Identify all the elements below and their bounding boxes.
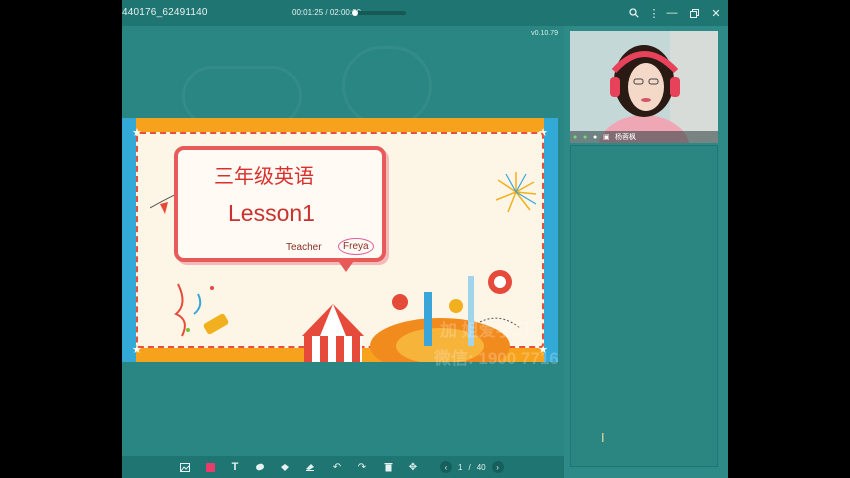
- tool-shape[interactable]: [277, 459, 293, 475]
- background-watermark: [342, 46, 432, 126]
- clear-icon: [306, 464, 314, 471]
- more-button[interactable]: ⋮: [646, 5, 662, 21]
- redo-icon: ↷: [357, 461, 367, 473]
- tool-text[interactable]: T: [227, 459, 243, 475]
- time-separator: /: [325, 8, 328, 17]
- tool-redo[interactable]: ↷: [354, 459, 370, 475]
- tool-undo[interactable]: ↶: [329, 459, 345, 475]
- teacher-video-name: 杨蓉枫: [615, 134, 636, 141]
- minimize-button[interactable]: —: [664, 5, 680, 21]
- restore-button[interactable]: [686, 5, 702, 21]
- slide-border-stripe: [122, 118, 136, 362]
- teacher-name: Freya: [338, 238, 374, 255]
- zoom-icon: [629, 8, 639, 18]
- teacher-portrait: [570, 31, 718, 143]
- session-id: 440176_62491140: [122, 7, 208, 18]
- color-swatch-icon: [205, 462, 215, 472]
- microphone-icon[interactable]: ●: [573, 134, 580, 141]
- party-popper-icon: [174, 283, 229, 337]
- version-label: v0.10.79: [531, 30, 558, 37]
- tool-eraser[interactable]: [252, 459, 268, 475]
- shape-icon: [281, 463, 289, 471]
- progress-knob[interactable]: [351, 10, 358, 16]
- playback-progress[interactable]: [351, 10, 406, 16]
- close-icon: ✕: [711, 7, 721, 20]
- text-cursor-icon: I: [601, 430, 605, 445]
- search-zoom-button[interactable]: [626, 5, 642, 21]
- screen: 440176_62491140 00:01:25 / 02:00:00 ⋮ —: [0, 0, 850, 478]
- watermark-line-2: 微信: 1900 7716: [434, 349, 559, 368]
- tool-delete[interactable]: [380, 459, 396, 475]
- restore-icon: [689, 8, 699, 18]
- speech-bubble-tail: [336, 258, 356, 272]
- move-icon: ✥: [408, 461, 418, 473]
- page-current: 1: [458, 462, 463, 472]
- circus-tent-icon: [302, 304, 364, 362]
- firework-icon: [495, 172, 537, 213]
- chevron-left-icon: ‹: [444, 462, 448, 472]
- next-page-button[interactable]: ›: [491, 461, 504, 473]
- screen-icon[interactable]: ▣: [603, 134, 610, 141]
- tool-image[interactable]: [177, 459, 193, 475]
- chevron-right-icon: ›: [496, 462, 499, 472]
- playback-time: 00:01:25 / 02:00:00: [292, 8, 361, 17]
- more-vertical-icon: ⋮: [648, 7, 660, 20]
- background-watermark: [182, 66, 302, 126]
- whiteboard-toolbar: T ↶ ↷ ✥ ‹ 1 / 40 ›: [122, 456, 564, 478]
- text-icon: T: [231, 461, 239, 473]
- slide-border-stripe: [544, 118, 558, 362]
- user-icon[interactable]: ●: [593, 134, 600, 141]
- slide-title: 三年级英语: [214, 164, 314, 188]
- watermark-line-1: 加 姐爱学习: [440, 321, 530, 340]
- tool-move[interactable]: ✥: [405, 459, 421, 475]
- video-status-bar: ● ● ● ▣ 杨蓉枫: [570, 131, 718, 143]
- page-navigator: ‹ 1 / 40 ›: [440, 460, 504, 474]
- image-icon: [180, 462, 190, 472]
- title-bar: 440176_62491140 00:01:25 / 02:00:00 ⋮ —: [122, 0, 728, 26]
- camera-icon[interactable]: ●: [583, 134, 590, 141]
- undo-icon: ↶: [332, 461, 342, 473]
- teacher-video: ● ● ● ▣ 杨蓉枫: [570, 31, 718, 143]
- tool-color[interactable]: [202, 459, 218, 475]
- page-separator: /: [468, 462, 471, 472]
- classroom-window: 440176_62491140 00:01:25 / 02:00:00 ⋮ —: [122, 0, 728, 478]
- teacher-label: Teacher: [286, 242, 322, 253]
- close-button[interactable]: ✕: [708, 5, 724, 21]
- whiteboard: v0.10.79 ★ ★ ★ ★: [122, 26, 564, 458]
- prev-page-button[interactable]: ‹: [440, 461, 452, 473]
- minimize-icon: —: [666, 7, 678, 19]
- slide-lesson: Lesson1: [228, 200, 315, 226]
- side-panel[interactable]: I: [570, 145, 718, 467]
- trash-icon: [384, 463, 392, 472]
- elapsed-time: 00:01:25: [292, 8, 324, 17]
- tool-clear[interactable]: [302, 459, 318, 475]
- page-total: 40: [476, 462, 486, 472]
- eraser-icon: [256, 463, 264, 471]
